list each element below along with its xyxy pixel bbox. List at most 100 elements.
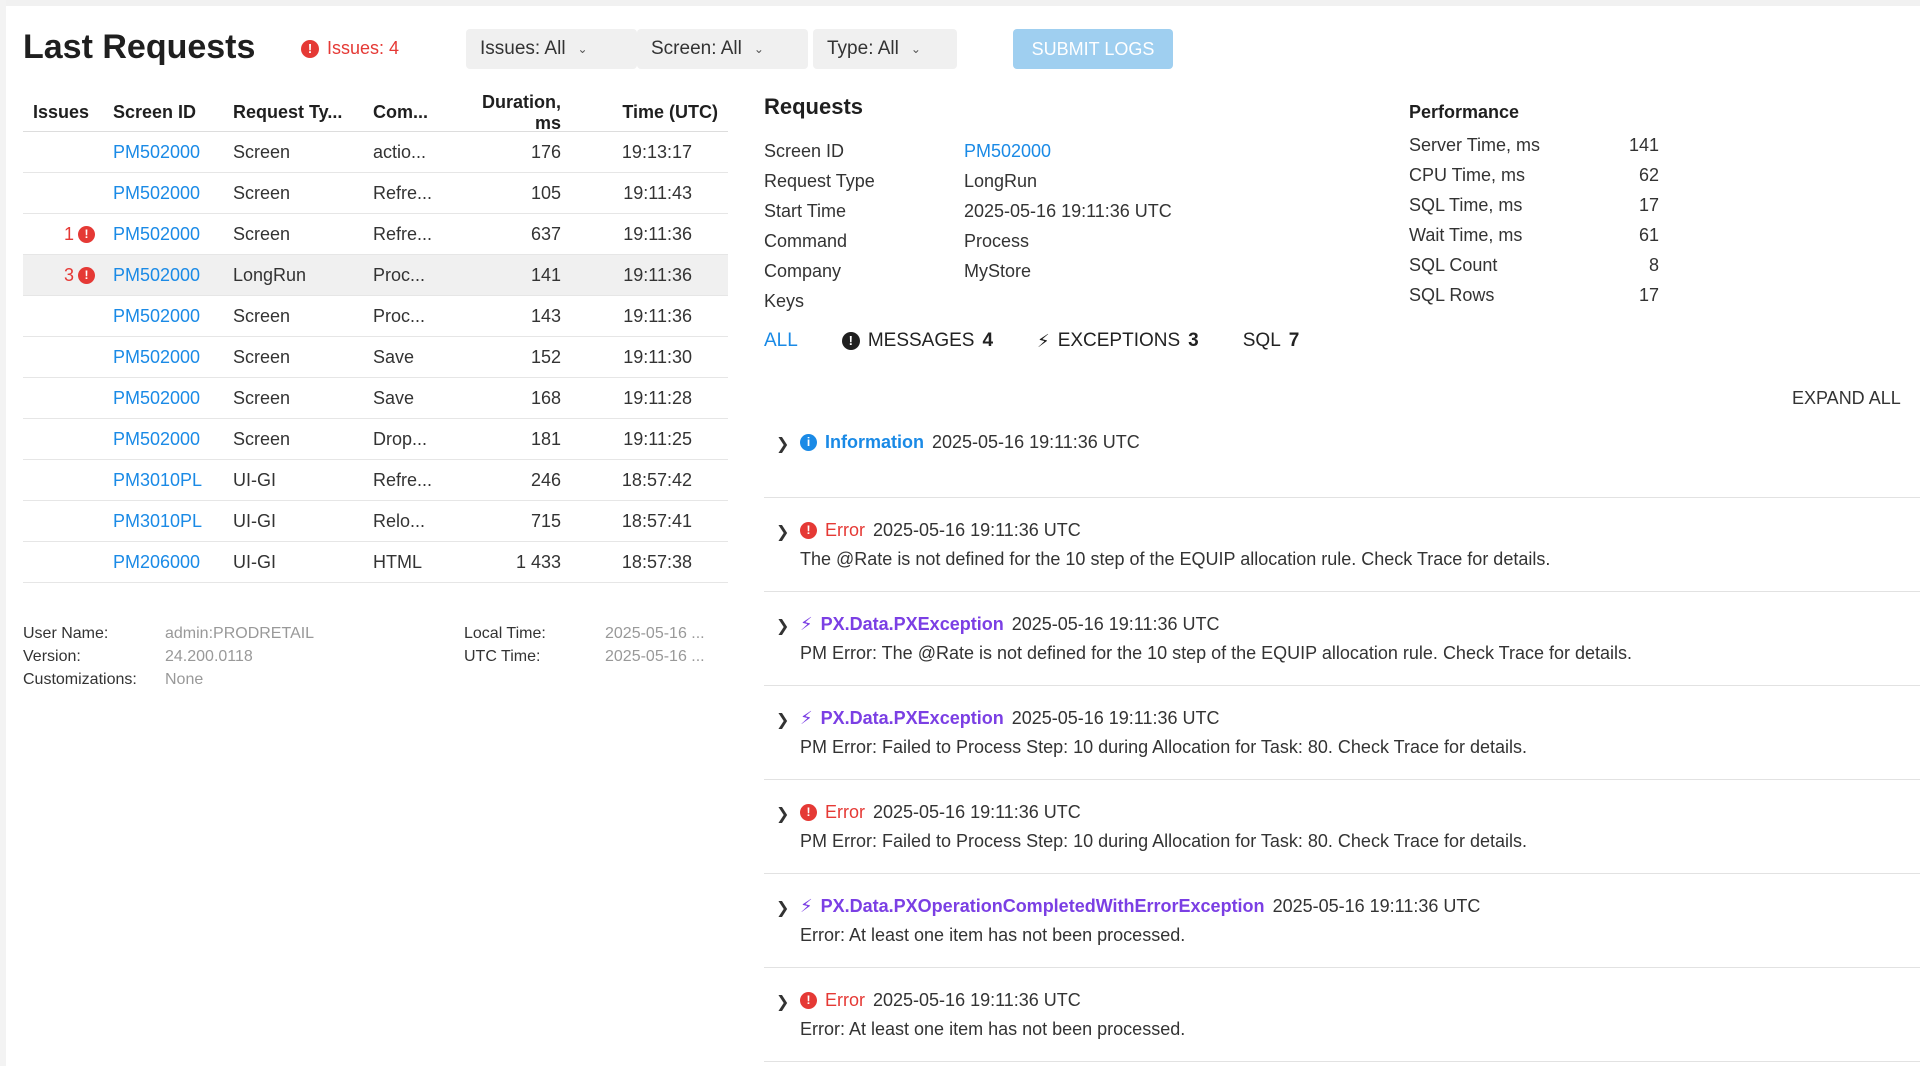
tab-all[interactable]: ALL bbox=[764, 330, 798, 352]
col-issues[interactable]: Issues bbox=[23, 102, 113, 123]
screen-id-link[interactable]: PM502000 bbox=[113, 265, 233, 286]
duration-cell: 143 bbox=[530, 305, 561, 326]
detail-field-label: Screen ID bbox=[764, 140, 845, 161]
command-cell: Proc... bbox=[373, 305, 426, 326]
performance-value: 62 bbox=[1638, 164, 1659, 185]
chevron-right-icon[interactable]: ❯ bbox=[776, 898, 789, 918]
chevron-right-icon[interactable]: ❯ bbox=[776, 616, 789, 636]
log-message[interactable]: ❯! Error 2025-05-16 19:11:36 UTC Error: At … bbox=[764, 968, 1920, 1062]
request-type-cell: UI-GI bbox=[233, 551, 276, 572]
row-issues: 1! bbox=[23, 224, 113, 245]
chevron-right-icon[interactable]: ❯ bbox=[776, 710, 789, 730]
table-row[interactable]: PM3010PL UI-GI Relo... 715 18:57:41 bbox=[23, 501, 728, 542]
tab-exceptions-label: EXCEPTIONS bbox=[1057, 330, 1181, 351]
issue-count: 1 bbox=[63, 223, 74, 244]
performance-row: SQL Time, ms 17 bbox=[1409, 190, 1659, 220]
screen-id-link[interactable]: PM206000 bbox=[113, 552, 233, 573]
message-body: PM Error: Failed to Process Step: 10 dur… bbox=[800, 737, 1528, 757]
chevron-right-icon[interactable]: ❯ bbox=[776, 434, 789, 454]
detail-tabs: ALL ! MESSAGES 4 ⚡︎ EXCEPTIONS 3 SQL 7 bbox=[764, 330, 1343, 352]
tab-sql[interactable]: SQL 7 bbox=[1243, 330, 1300, 352]
screen-id-link[interactable]: PM502000 bbox=[113, 306, 233, 327]
message-level: PX.Data.PXException bbox=[820, 708, 1004, 728]
message-level: PX.Data.PXOperationCompletedWithErrorExc… bbox=[820, 896, 1265, 916]
message-level: Error bbox=[825, 520, 865, 540]
col-command[interactable]: Com... bbox=[373, 102, 455, 123]
duration-cell: 181 bbox=[530, 428, 561, 449]
col-duration[interactable]: Duration, ms bbox=[455, 92, 575, 134]
table-row[interactable]: PM502000 Screen Drop... 181 19:11:25 bbox=[23, 419, 728, 460]
local-time-value: 2025-05-16 ... bbox=[605, 624, 705, 642]
screen-id-link[interactable]: PM502000 bbox=[113, 347, 233, 368]
detail-field-row: Command Process bbox=[764, 226, 1172, 256]
table-row[interactable]: PM502000 Screen Save 168 19:11:28 bbox=[23, 378, 728, 419]
log-message[interactable]: ❯ ⚡︎ PX.Data.PXException 2025-05-16 19:11:3… bbox=[764, 686, 1920, 780]
screen-filter-dropdown[interactable]: Screen: All ⌄ bbox=[637, 29, 808, 69]
log-message[interactable]: ❯ ⚡︎ PX.Data.PXOperationCompletedWithError… bbox=[764, 874, 1920, 968]
tab-sql-label: SQL bbox=[1242, 330, 1281, 351]
tab-messages-label: MESSAGES bbox=[867, 330, 975, 351]
issues-filter-dropdown[interactable]: Issues: All ⌄ bbox=[466, 29, 637, 69]
detail-field-value: LongRun bbox=[964, 170, 1038, 191]
user-info: User Name: admin:PRODRETAIL Version: 24.20… bbox=[23, 622, 465, 691]
screen-id-link[interactable]: PM502000 bbox=[113, 388, 233, 409]
tab-messages[interactable]: ! MESSAGES 4 bbox=[841, 330, 994, 352]
table-row[interactable]: PM206000 UI-GI HTML 1 433 18:57:38 bbox=[23, 542, 728, 583]
log-message[interactable]: ❯! Error 2025-05-16 19:11:36 UTC The @Rate … bbox=[764, 498, 1920, 592]
command-cell: Save bbox=[373, 346, 415, 367]
type-filter-dropdown[interactable]: Type: All ⌄ bbox=[813, 29, 957, 69]
screen-id-link[interactable]: PM502000 bbox=[113, 183, 233, 204]
performance-label: SQL Count bbox=[1409, 254, 1498, 275]
message-body: PM Error: The @Rate is not defined for t… bbox=[800, 643, 1633, 663]
tab-exceptions[interactable]: ⚡︎ EXCEPTIONS 3 bbox=[1037, 330, 1199, 352]
message-header: ⚡︎ PX.Data.PXException 2025-05-16 19:11:36… bbox=[800, 708, 1220, 729]
col-time[interactable]: Time (UTC) bbox=[575, 102, 728, 123]
message-level: Information bbox=[825, 432, 924, 452]
col-screen-id[interactable]: Screen ID bbox=[113, 102, 233, 123]
top-border bbox=[0, 0, 1920, 6]
chevron-right-icon[interactable]: ❯ bbox=[776, 522, 789, 542]
submit-logs-button[interactable]: SUBMIT LOGS bbox=[1013, 29, 1173, 69]
request-type-cell: UI-GI bbox=[233, 510, 276, 531]
chevron-down-icon: ⌄ bbox=[753, 42, 764, 56]
request-type-cell: Screen bbox=[233, 346, 291, 367]
detail-screen-id-link[interactable]: PM502000 bbox=[964, 141, 1051, 162]
screen-id-link[interactable]: PM502000 bbox=[113, 429, 233, 450]
performance-label: SQL Rows bbox=[1409, 284, 1495, 305]
chevron-right-icon[interactable]: ❯ bbox=[776, 992, 789, 1012]
message-timestamp: 2025-05-16 19:11:36 UTC bbox=[1011, 708, 1220, 728]
screen-id-link[interactable]: PM3010PL bbox=[113, 470, 233, 491]
utc-time-value: 2025-05-16 ... bbox=[605, 647, 705, 665]
command-cell: HTML bbox=[373, 551, 422, 572]
chevron-down-icon: ⌄ bbox=[910, 42, 921, 56]
table-row[interactable]: PM502000 Screen Proc... 143 19:11:36 bbox=[23, 296, 728, 337]
col-request-type[interactable]: Request Ty... bbox=[233, 102, 373, 123]
tab-messages-count: 4 bbox=[982, 330, 994, 351]
performance-label: SQL Time, ms bbox=[1409, 194, 1523, 215]
message-header: ! Error 2025-05-16 19:11:36 UTC bbox=[800, 520, 1081, 541]
chevron-right-icon[interactable]: ❯ bbox=[776, 804, 789, 824]
screen-id-link[interactable]: PM502000 bbox=[113, 142, 233, 163]
screen-id-link[interactable]: PM502000 bbox=[113, 224, 233, 245]
duration-cell: 176 bbox=[530, 141, 561, 162]
detail-field-label: Request Type bbox=[764, 170, 875, 191]
request-type-cell: UI-GI bbox=[233, 469, 276, 490]
table-row[interactable]: PM502000 Screen actio... 176 19:13:17 bbox=[23, 132, 728, 173]
lightning-icon: ⚡︎ bbox=[800, 614, 813, 634]
log-message[interactable]: ❯! Error 2025-05-16 19:11:36 UTC PM Error: … bbox=[764, 780, 1920, 874]
error-icon: ! bbox=[800, 992, 817, 1009]
table-row[interactable]: 3! PM502000 LongRun Proc... 141 19:11:36 bbox=[23, 255, 728, 296]
user-name-value: admin:PRODRETAIL bbox=[165, 624, 315, 642]
customizations-label: Customizations: bbox=[23, 670, 137, 688]
screen-id-link[interactable]: PM3010PL bbox=[113, 511, 233, 532]
message-header: ! Error 2025-05-16 19:11:36 UTC bbox=[800, 990, 1081, 1011]
table-row[interactable]: PM3010PL UI-GI Refre... 246 18:57:42 bbox=[23, 460, 728, 501]
command-cell: Refre... bbox=[373, 182, 433, 203]
log-message[interactable]: ❯ i Information 2025-05-16 19:11:36 UTC bbox=[764, 404, 1920, 498]
table-row[interactable]: 1! PM502000 Screen Refre... 637 19:11:36 bbox=[23, 214, 728, 255]
table-row[interactable]: PM502000 Screen Refre... 105 19:11:43 bbox=[23, 173, 728, 214]
message-timestamp: 2025-05-16 19:11:36 UTC bbox=[932, 432, 1140, 452]
table-row[interactable]: PM502000 Screen Save 152 19:11:30 bbox=[23, 337, 728, 378]
type-filter-label: Type: All bbox=[827, 38, 899, 59]
log-message[interactable]: ❯ ⚡︎ PX.Data.PXException 2025-05-16 19:11:3… bbox=[764, 592, 1920, 686]
